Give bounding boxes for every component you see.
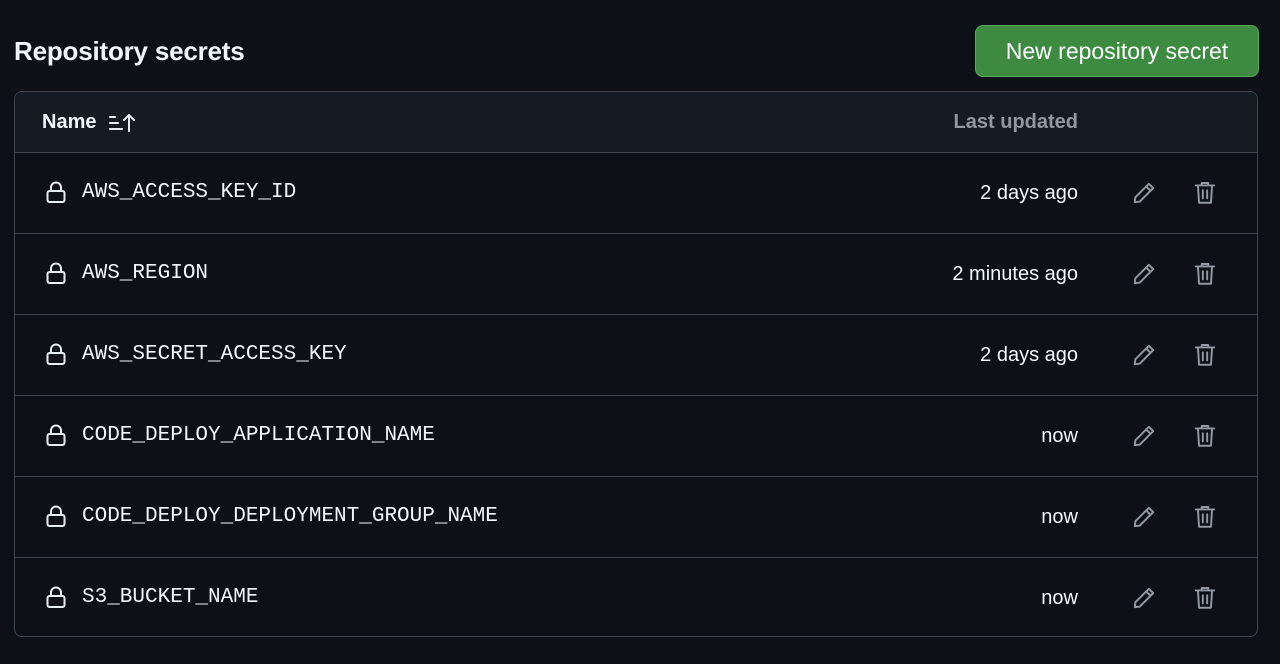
trash-icon [1194, 425, 1216, 447]
edit-secret-button[interactable] [1128, 339, 1160, 371]
table-row: AWS_SECRET_ACCESS_KEY 2 days ago [15, 315, 1257, 396]
secret-name: S3_BUCKET_NAME [82, 586, 259, 609]
name-column-header: Name [42, 111, 97, 133]
secrets-page: Repository secrets New repository secret… [0, 0, 1280, 664]
secret-last-updated: now [1041, 425, 1078, 447]
delete-secret-button[interactable] [1189, 177, 1221, 209]
trash-icon [1194, 506, 1216, 528]
pencil-icon [1133, 182, 1155, 204]
lock-icon [44, 261, 68, 285]
delete-secret-button[interactable] [1189, 339, 1221, 371]
delete-secret-button[interactable] [1189, 420, 1221, 452]
delete-secret-button[interactable] [1189, 258, 1221, 290]
table-row: CODE_DEPLOY_APPLICATION_NAME now [15, 396, 1257, 477]
secret-last-updated: 2 days ago [980, 182, 1078, 204]
edit-secret-button[interactable] [1128, 420, 1160, 452]
lock-icon [44, 342, 68, 366]
table-header: Name Last updated [15, 92, 1257, 153]
trash-icon [1194, 182, 1216, 204]
secret-last-updated: now [1041, 587, 1078, 609]
trash-icon [1194, 587, 1216, 609]
delete-secret-button[interactable] [1189, 582, 1221, 614]
secret-name: AWS_REGION [82, 262, 209, 285]
pencil-icon [1133, 587, 1155, 609]
edit-secret-button[interactable] [1128, 501, 1160, 533]
secret-name: AWS_SECRET_ACCESS_KEY [82, 343, 347, 366]
pencil-icon [1133, 506, 1155, 528]
secrets-header: Repository secrets New repository secret [14, 25, 1259, 77]
page-title: Repository secrets [14, 36, 245, 66]
last-updated-column-header: Last updated [953, 111, 1078, 133]
lock-icon [44, 585, 68, 609]
table-row: AWS_REGION 2 minutes ago [15, 234, 1257, 315]
pencil-icon [1133, 425, 1155, 447]
name-column-sort[interactable]: Name [42, 111, 136, 134]
secrets-table: Name Last updated AWS_ACCESS_KEY_ID 2 da… [14, 91, 1258, 637]
secret-name: CODE_DEPLOY_APPLICATION_NAME [82, 424, 435, 447]
sort-ascending-icon [108, 112, 136, 134]
lock-icon [44, 504, 68, 528]
lock-icon [44, 180, 68, 204]
delete-secret-button[interactable] [1189, 501, 1221, 533]
trash-icon [1194, 263, 1216, 285]
new-repository-secret-button[interactable]: New repository secret [975, 25, 1259, 77]
table-row: S3_BUCKET_NAME now [15, 558, 1257, 636]
edit-secret-button[interactable] [1128, 258, 1160, 290]
trash-icon [1194, 344, 1216, 366]
secret-last-updated: 2 days ago [980, 344, 1078, 366]
secret-last-updated: 2 minutes ago [952, 263, 1078, 285]
edit-secret-button[interactable] [1128, 582, 1160, 614]
table-row: CODE_DEPLOY_DEPLOYMENT_GROUP_NAME now [15, 477, 1257, 558]
secret-name: AWS_ACCESS_KEY_ID [82, 181, 297, 204]
edit-secret-button[interactable] [1128, 177, 1160, 209]
pencil-icon [1133, 263, 1155, 285]
lock-icon [44, 423, 68, 447]
secret-name: CODE_DEPLOY_DEPLOYMENT_GROUP_NAME [82, 505, 498, 528]
pencil-icon [1133, 344, 1155, 366]
secret-last-updated: now [1041, 506, 1078, 528]
secrets-list: AWS_ACCESS_KEY_ID 2 days ago AWS_REGION … [15, 153, 1257, 636]
table-row: AWS_ACCESS_KEY_ID 2 days ago [15, 153, 1257, 234]
